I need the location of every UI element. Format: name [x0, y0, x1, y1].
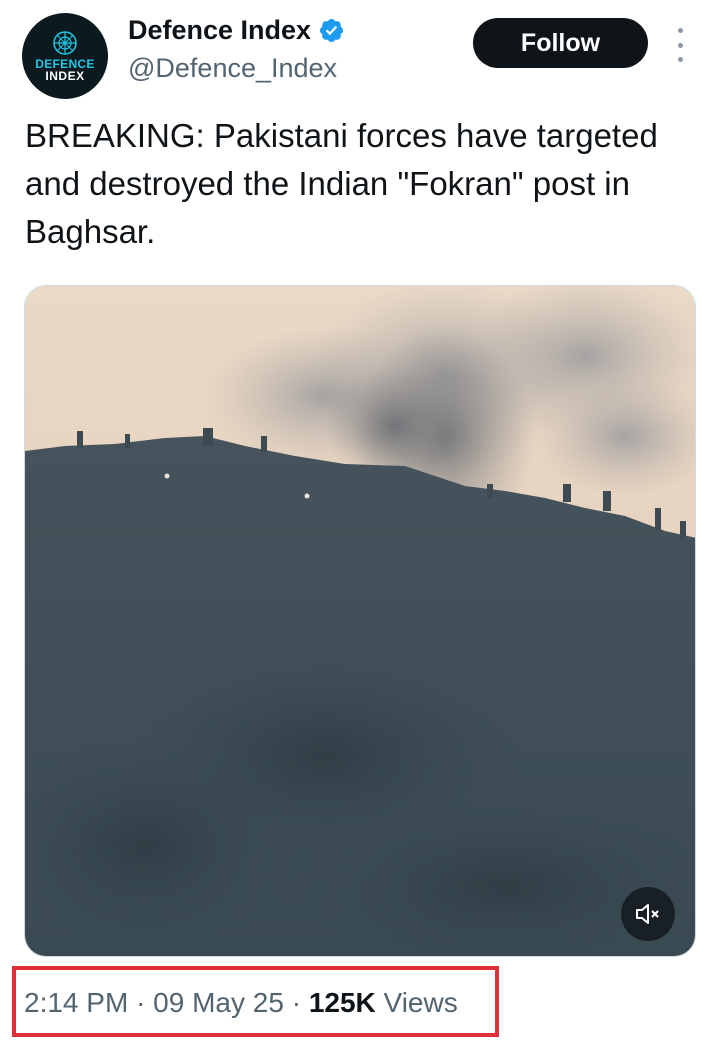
tweet-text: BREAKING: Pakistani forces have targeted… — [25, 117, 658, 250]
author-name-row: Defence Index — [128, 12, 345, 48]
verified-badge-icon — [320, 18, 344, 42]
speaker-muted-icon — [636, 904, 659, 924]
views-count: 125K — [308, 987, 376, 1018]
tweet-date[interactable]: 09 May 25 — [153, 987, 284, 1018]
radar-logo-icon — [53, 31, 77, 55]
meta-separator-2: · — [291, 987, 302, 1018]
video-frame-image — [25, 286, 695, 956]
account-handle[interactable]: @Defence_Index — [128, 51, 337, 85]
tweet-video[interactable] — [24, 285, 696, 957]
tweet-time[interactable]: 2:14 PM — [24, 987, 128, 1018]
avatar[interactable]: DEFENCE INDEX — [22, 13, 108, 99]
tweet-meta: 2:14 PM · 09 May 25 · 125K Views — [24, 983, 458, 1023]
more-options-icon[interactable] — [670, 28, 690, 62]
mute-icon[interactable] — [621, 887, 675, 941]
display-name[interactable]: Defence Index — [128, 12, 311, 48]
views-label: Views — [383, 987, 458, 1018]
avatar-logo-text-2: INDEX — [45, 69, 85, 83]
meta-separator: · — [136, 987, 146, 1018]
follow-button[interactable]: Follow — [473, 18, 648, 68]
